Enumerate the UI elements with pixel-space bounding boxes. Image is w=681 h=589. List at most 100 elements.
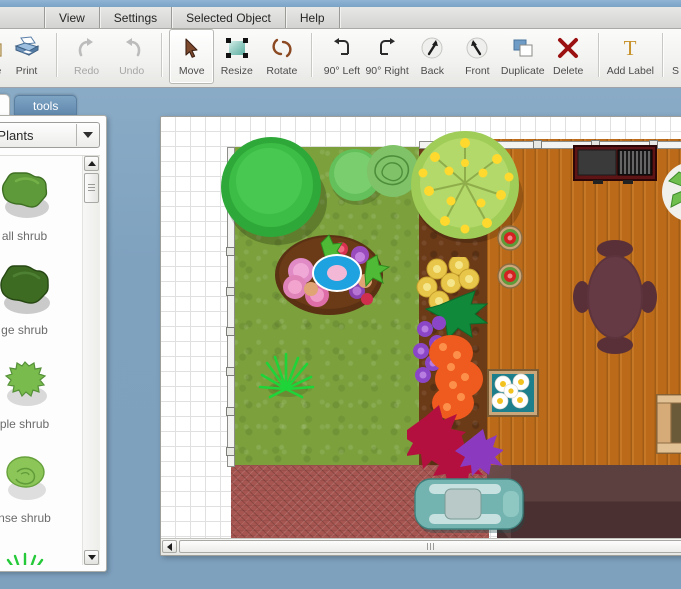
potted-plant[interactable] bbox=[497, 263, 523, 289]
toolbar-overflow-button[interactable]: S bbox=[670, 29, 681, 84]
toolbar-undo-button[interactable]: Undo bbox=[109, 29, 154, 84]
cursor-arrow-icon bbox=[181, 34, 203, 62]
toolbar-rotate-button[interactable]: Rotate bbox=[259, 29, 304, 84]
bbq-grill[interactable] bbox=[573, 145, 657, 185]
window-title-strip bbox=[0, 0, 681, 7]
toolbar-rotate-left-button[interactable]: 90° Left bbox=[319, 29, 364, 84]
fence-post bbox=[533, 140, 542, 149]
panel-tab-bar: s tools bbox=[0, 94, 78, 116]
folder-sample-icon: S bbox=[0, 34, 3, 62]
fence-post bbox=[226, 287, 235, 296]
category-select-value: s & Plants bbox=[0, 127, 34, 143]
chevron-down-icon[interactable] bbox=[77, 132, 99, 138]
plant-dense-shrub[interactable]: nse shrub bbox=[0, 440, 82, 534]
grass-tuft-icon bbox=[6, 552, 43, 565]
toolbar-move-label: Move bbox=[178, 65, 205, 77]
toolbar-rotate-right-button[interactable]: 90° Right bbox=[364, 29, 409, 84]
fence-post bbox=[226, 327, 235, 336]
send-back-icon bbox=[420, 34, 444, 62]
plant-list[interactable]: all shrub ge shrub ple shrub nse shrub bbox=[0, 156, 82, 565]
fence-post bbox=[226, 247, 235, 256]
toolbar-resize-button[interactable]: Resize bbox=[214, 29, 259, 84]
scrollbar-thumb[interactable] bbox=[84, 173, 99, 203]
main-toolbar: S mple Print bbox=[0, 29, 681, 88]
planter-box[interactable] bbox=[487, 369, 539, 417]
resize-handles-icon bbox=[225, 34, 249, 62]
text-t-icon: T bbox=[618, 34, 642, 62]
plant-simple-shrub[interactable]: ple shrub bbox=[0, 346, 82, 440]
toolbar-divider bbox=[597, 33, 599, 77]
plant-grass-tuft[interactable] bbox=[0, 534, 82, 565]
toolbar-back-label: Back bbox=[420, 65, 444, 77]
plant-large-shrub[interactable]: ge shrub bbox=[0, 252, 82, 346]
toolbar-print-label: Print bbox=[15, 65, 38, 77]
menu-view[interactable]: View bbox=[45, 7, 99, 28]
dense-shrub-icon bbox=[5, 456, 46, 500]
menu-bar-filler bbox=[340, 7, 681, 28]
category-select[interactable]: s & Plants bbox=[0, 122, 100, 148]
toolbar-rotate-right-label: 90° Right bbox=[365, 65, 409, 77]
simple-shrub-icon bbox=[4, 361, 47, 406]
toolbar-delete-button[interactable]: Delete bbox=[546, 29, 591, 84]
toolbar-back-button[interactable]: Back bbox=[410, 29, 455, 84]
plant-list-container: all shrub ge shrub ple shrub nse shrub bbox=[0, 155, 100, 565]
design-canvas[interactable] bbox=[160, 116, 681, 556]
plant-large-shrub-label: ge shrub bbox=[1, 323, 48, 337]
tab-tools-label: tools bbox=[33, 99, 59, 113]
bench[interactable] bbox=[655, 393, 681, 455]
scroll-left-button[interactable] bbox=[162, 540, 177, 553]
menu-selected-object[interactable]: Selected Object bbox=[172, 7, 285, 28]
toolbar-add-label-label: Add Label bbox=[606, 65, 655, 77]
toolbar-front-button[interactable]: Front bbox=[455, 29, 500, 84]
menu-help[interactable]: Help bbox=[286, 7, 339, 28]
toolbar-duplicate-label: Duplicate bbox=[500, 65, 545, 77]
toolbar-rotate-left-label: 90° Left bbox=[323, 65, 361, 77]
delete-x-icon bbox=[556, 34, 580, 62]
plant-simple-shrub-label: ple shrub bbox=[0, 417, 50, 431]
menu-settings[interactable]: Settings bbox=[100, 7, 171, 28]
application-window: View Settings Selected Object Help S mpl… bbox=[0, 0, 681, 589]
plant-small-shrub[interactable]: all shrub bbox=[0, 158, 82, 252]
grass-tuft[interactable] bbox=[255, 351, 317, 403]
ornamental-bush[interactable] bbox=[661, 161, 681, 223]
potted-plant[interactable] bbox=[497, 225, 523, 251]
tab-objects[interactable]: s bbox=[0, 94, 10, 116]
toolbar-divider bbox=[311, 33, 313, 77]
toolbar-undo-label: Undo bbox=[119, 65, 145, 77]
printer-icon bbox=[12, 34, 42, 62]
toolbar-redo-label: Redo bbox=[74, 65, 100, 77]
scroll-down-button[interactable] bbox=[84, 550, 99, 565]
parked-car[interactable] bbox=[411, 475, 531, 537]
small-shrub-icon bbox=[1, 172, 49, 218]
duplicate-icon bbox=[511, 34, 535, 62]
large-shrub-icon bbox=[0, 265, 50, 314]
bring-front-icon bbox=[465, 34, 489, 62]
toolbar-divider bbox=[161, 33, 163, 77]
panel-header: s & Plants bbox=[0, 116, 106, 153]
toolbar-duplicate-button[interactable]: Duplicate bbox=[500, 29, 546, 84]
hscrollbar-thumb[interactable] bbox=[179, 540, 681, 553]
toolbar-sample-label: mple bbox=[0, 65, 1, 77]
fence-post bbox=[226, 367, 235, 376]
tab-tools[interactable]: tools bbox=[14, 95, 78, 116]
toolbar-delete-label: Delete bbox=[553, 65, 584, 77]
toolbar-add-label-button[interactable]: T Add Label bbox=[606, 29, 655, 84]
fence-post bbox=[226, 447, 235, 456]
patio-table[interactable] bbox=[569, 233, 661, 361]
toolbar-divider bbox=[662, 33, 664, 77]
fence-post bbox=[226, 407, 235, 416]
rotate-right-icon bbox=[375, 34, 399, 62]
toolbar-divider bbox=[56, 33, 58, 77]
toolbar-front-label: Front bbox=[465, 65, 490, 77]
toolbar-move-button[interactable]: Move bbox=[169, 29, 215, 84]
toolbar-redo-button[interactable]: Redo bbox=[64, 29, 109, 84]
canvas-hscrollbar[interactable] bbox=[161, 538, 681, 555]
circular-flower-bed[interactable] bbox=[265, 225, 393, 321]
toolbar-resize-label: Resize bbox=[220, 65, 253, 77]
rotate-left-icon bbox=[330, 34, 354, 62]
objects-panel: s & Plants all shrub bbox=[0, 115, 107, 572]
scroll-up-button[interactable] bbox=[84, 156, 99, 171]
toolbar-print-button[interactable]: Print bbox=[4, 29, 49, 84]
plant-list-scrollbar[interactable] bbox=[82, 156, 100, 565]
toolbar-rotate-label: Rotate bbox=[266, 65, 298, 77]
